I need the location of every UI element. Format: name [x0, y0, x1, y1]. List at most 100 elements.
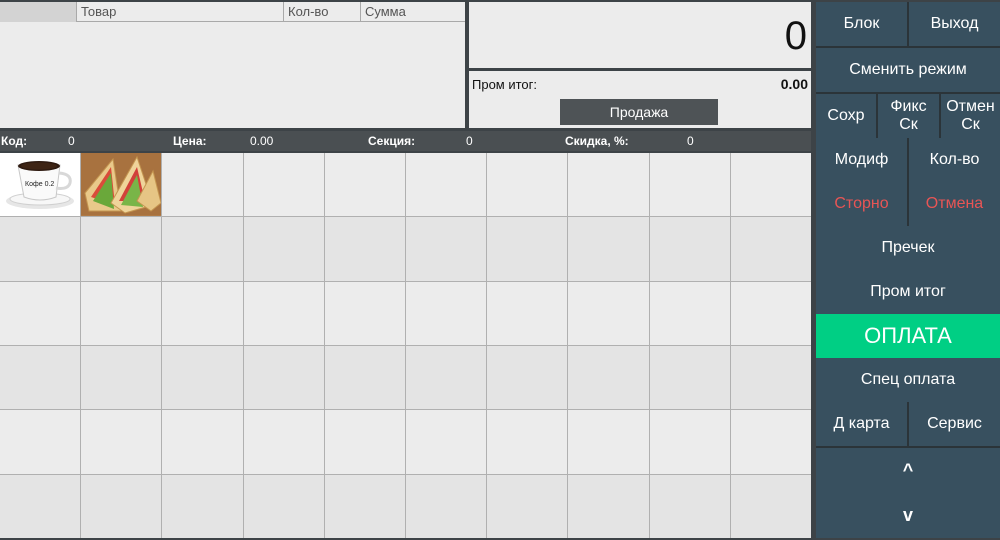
- product-tile[interactable]: [405, 281, 487, 345]
- product-tile[interactable]: [487, 345, 568, 410]
- amount-display: 0: [469, 2, 811, 68]
- product-tile[interactable]: [243, 153, 324, 217]
- discount-value: 0: [687, 134, 694, 148]
- product-tile[interactable]: [0, 474, 81, 538]
- product-tile[interactable]: [243, 345, 324, 410]
- product-tile[interactable]: [162, 345, 243, 410]
- product-tile[interactable]: [730, 345, 811, 410]
- product-tile[interactable]: [162, 217, 243, 281]
- product-tile[interactable]: [243, 474, 324, 538]
- product-tile[interactable]: [568, 345, 649, 410]
- product-tile[interactable]: [162, 474, 243, 538]
- change-mode-button[interactable]: Сменить режим: [816, 48, 1000, 92]
- receipt-table[interactable]: Товар Кол-во Сумма: [0, 2, 465, 128]
- product-tile[interactable]: [243, 217, 324, 281]
- index-column-header: [0, 2, 77, 22]
- product-tile[interactable]: [568, 281, 649, 345]
- sum-column-header: Сумма: [365, 4, 406, 19]
- price-value: 0.00: [250, 134, 274, 148]
- product-tile[interactable]: [405, 474, 487, 538]
- product-tile[interactable]: [81, 474, 162, 538]
- product-tile[interactable]: [405, 345, 487, 410]
- service-button[interactable]: Сервис: [909, 402, 1000, 446]
- product-tile[interactable]: [649, 410, 730, 474]
- product-grid: Кофе 0.2: [0, 153, 811, 538]
- product-tile[interactable]: [730, 153, 811, 217]
- quantity-button[interactable]: Кол-во: [909, 138, 1000, 182]
- discount-card-button[interactable]: Д карта: [816, 402, 907, 446]
- precheck-button[interactable]: Пречек: [816, 226, 1000, 270]
- quantity-column-header: Кол-во: [284, 2, 361, 22]
- product-tile[interactable]: [0, 281, 81, 345]
- product-tile[interactable]: [730, 217, 811, 281]
- scroll-down-button[interactable]: v: [816, 492, 1000, 538]
- product-tile[interactable]: [568, 153, 649, 217]
- receipt-header: Товар Кол-во Сумма: [0, 2, 465, 22]
- subtotal-button[interactable]: Пром итог: [816, 270, 1000, 314]
- save-button[interactable]: Сохр: [816, 94, 876, 138]
- product-tile[interactable]: [649, 153, 730, 217]
- section-value: 0: [466, 134, 473, 148]
- payment-button[interactable]: ОПЛАТА: [816, 314, 1000, 358]
- exit-button[interactable]: Выход: [909, 2, 1000, 46]
- price-label: Цена:: [173, 134, 207, 148]
- info-bar: Код: 0 Цена: 0.00 Секция: 0 Скидка, %: 0: [0, 131, 811, 151]
- product-tile[interactable]: [568, 474, 649, 538]
- product-tile[interactable]: [324, 474, 405, 538]
- product-tile[interactable]: [81, 281, 162, 345]
- product-tile[interactable]: [81, 217, 162, 281]
- display-value: 0: [784, 14, 807, 58]
- product-tile[interactable]: [0, 410, 81, 474]
- product-tile[interactable]: [730, 410, 811, 474]
- product-tile[interactable]: [730, 474, 811, 538]
- subtotal-label: Пром итог:: [472, 77, 538, 92]
- product-tile[interactable]: [568, 217, 649, 281]
- command-panel: Блок Выход Сменить режим Сохр Фикс Ск От…: [816, 2, 1000, 538]
- product-tile[interactable]: [487, 281, 568, 345]
- storno-button[interactable]: Сторно: [816, 182, 907, 226]
- product-tile[interactable]: [649, 345, 730, 410]
- product-tile[interactable]: [405, 410, 487, 474]
- cancel-discount-button[interactable]: Отмен Ск: [941, 94, 1000, 138]
- product-tile[interactable]: [0, 345, 81, 410]
- product-tile[interactable]: [81, 410, 162, 474]
- special-payment-button[interactable]: Спец оплата: [816, 358, 1000, 402]
- product-tile[interactable]: [81, 345, 162, 410]
- modifier-button[interactable]: Модиф: [816, 138, 907, 182]
- scroll-up-button[interactable]: ^: [816, 448, 1000, 492]
- product-tile[interactable]: [649, 217, 730, 281]
- product-tile-coffee[interactable]: Кофе 0.2: [0, 153, 81, 217]
- product-tile[interactable]: [0, 217, 81, 281]
- product-tile[interactable]: [487, 153, 568, 217]
- product-tile[interactable]: [243, 281, 324, 345]
- product-tile[interactable]: [487, 217, 568, 281]
- sale-mode-button[interactable]: Продажа: [560, 99, 718, 125]
- product-tile-sandwich[interactable]: [81, 153, 162, 217]
- fix-discount-button[interactable]: Фикс Ск: [878, 94, 939, 138]
- code-label: Код:: [1, 134, 28, 148]
- product-tile[interactable]: [324, 410, 405, 474]
- product-tile[interactable]: [730, 281, 811, 345]
- product-tile[interactable]: [162, 153, 243, 217]
- product-tile[interactable]: [487, 474, 568, 538]
- subtotal-panel: Пром итог: 0.00 Продажа: [469, 71, 811, 128]
- product-tile[interactable]: [405, 217, 487, 281]
- coffee-tile-caption: Кофе 0.2: [25, 181, 55, 188]
- subtotal-value: 0.00: [780, 76, 808, 92]
- product-tile[interactable]: [324, 153, 405, 217]
- product-tile[interactable]: [324, 345, 405, 410]
- product-tile[interactable]: [162, 281, 243, 345]
- product-tile[interactable]: [568, 410, 649, 474]
- product-tile[interactable]: [649, 281, 730, 345]
- product-tile[interactable]: [324, 217, 405, 281]
- product-tile[interactable]: [324, 281, 405, 345]
- product-tile[interactable]: [405, 153, 487, 217]
- product-tile[interactable]: [162, 410, 243, 474]
- sandwich-icon: [81, 153, 162, 215]
- product-tile[interactable]: [649, 474, 730, 538]
- product-tile[interactable]: [487, 410, 568, 474]
- discount-label: Скидка, %:: [565, 134, 629, 148]
- block-button[interactable]: Блок: [816, 2, 907, 46]
- product-tile[interactable]: [243, 410, 324, 474]
- cancel-button[interactable]: Отмена: [909, 182, 1000, 226]
